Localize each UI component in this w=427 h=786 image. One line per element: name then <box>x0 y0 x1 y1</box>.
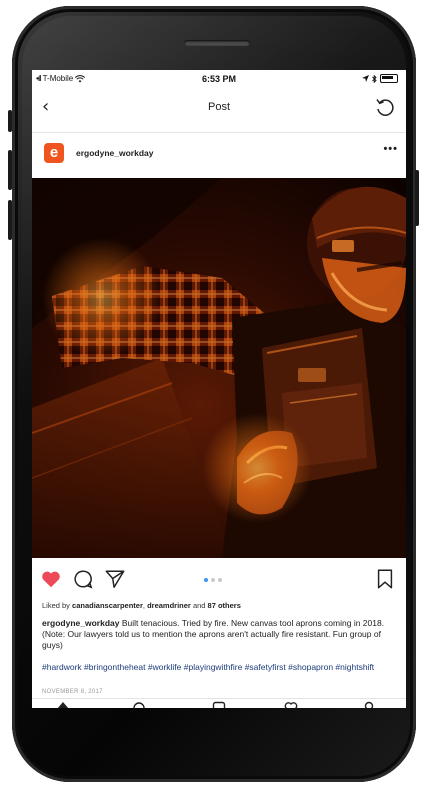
post-caption: ergodyne_workday Built tenacious. Tried … <box>42 618 398 651</box>
comment-icon[interactable] <box>72 568 94 590</box>
earpiece-speaker <box>184 40 250 46</box>
status-bar: •ıll T-Mobile 6:53 PM <box>32 70 406 88</box>
carousel-dot-active <box>204 578 208 582</box>
search-tab-icon[interactable] <box>132 701 146 708</box>
heart-icon[interactable] <box>40 568 62 590</box>
profile-tab-icon[interactable] <box>362 701 376 708</box>
location-arrow-icon <box>362 75 369 82</box>
bottom-tab-bar <box>32 698 406 708</box>
refresh-icon[interactable] <box>374 96 396 118</box>
more-options-icon[interactable]: ••• <box>383 143 398 155</box>
caption-username[interactable]: ergodyne_workday <box>42 618 119 628</box>
share-icon[interactable] <box>104 568 126 590</box>
home-tab-icon[interactable] <box>56 701 70 708</box>
activity-tab-icon[interactable] <box>284 701 298 708</box>
page-title: Post <box>207 101 230 113</box>
volume-up-button <box>8 150 12 190</box>
post-actions <box>32 564 406 592</box>
avatar[interactable]: e <box>44 143 64 163</box>
carousel-indicator <box>204 578 222 582</box>
battery-icon <box>380 74 398 83</box>
bookmark-icon[interactable] <box>374 568 396 590</box>
phone-screen: •ıll T-Mobile 6:53 PM ‹ Post e ergodyne_… <box>32 70 406 708</box>
photo-worker-welding <box>32 178 406 558</box>
likes-and: and <box>190 601 208 610</box>
likes-line: Liked by canadianscarpenter, dreamdriner… <box>42 601 396 610</box>
carousel-dot <box>218 578 222 582</box>
post-photo[interactable] <box>32 178 406 558</box>
likes-others[interactable]: 87 others <box>208 601 241 610</box>
post-hashtags[interactable]: #hardwork #bringontheheat #worklife #pla… <box>42 662 398 673</box>
nav-bar: ‹ Post <box>32 90 406 124</box>
bluetooth-icon <box>372 74 377 83</box>
carousel-dot <box>211 578 215 582</box>
liker-1[interactable]: canadianscarpenter <box>72 601 143 610</box>
power-button <box>415 170 419 226</box>
likes-prefix: Liked by <box>42 601 73 610</box>
mute-switch <box>8 110 12 132</box>
post-header: e ergodyne_workday ••• <box>32 132 406 173</box>
post-date: NOVEMBER 8, 2017 <box>42 689 103 695</box>
volume-down-button <box>8 200 12 240</box>
post-username[interactable]: ergodyne_workday <box>76 148 153 158</box>
status-right <box>362 74 398 83</box>
stage: •ıll T-Mobile 6:53 PM ‹ Post e ergodyne_… <box>0 0 427 786</box>
liker-2[interactable]: dreamdriner <box>147 601 191 610</box>
add-post-tab-icon[interactable] <box>212 701 226 708</box>
status-time: 6:53 PM <box>201 74 236 84</box>
